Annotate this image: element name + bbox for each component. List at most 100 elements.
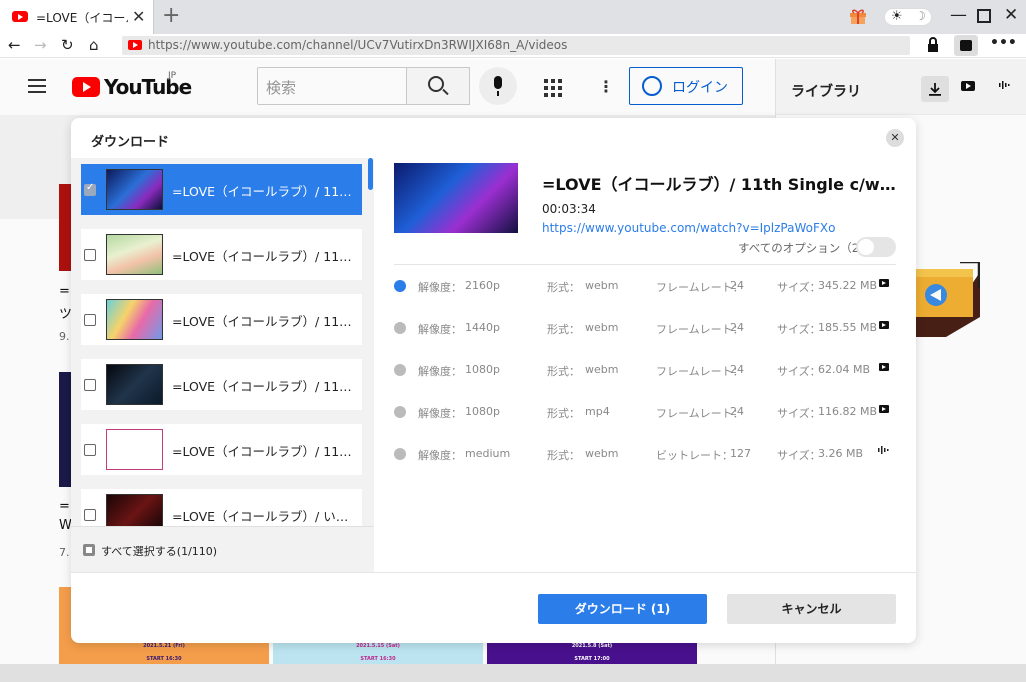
item-checkbox[interactable] — [84, 379, 96, 391]
item-checkbox[interactable] — [84, 509, 96, 521]
more-menu-icon[interactable]: ••• — [990, 35, 1017, 51]
item-checkbox[interactable] — [84, 249, 96, 261]
maximize-icon[interactable] — [977, 9, 991, 23]
new-tab-icon[interactable]: + — [162, 3, 180, 28]
size-value: 116.82 MB — [818, 405, 878, 418]
cancel-button[interactable]: キャンセル — [727, 594, 896, 624]
list-item[interactable]: =LOVE（イコールラブ）/ 11th Single c/w『... — [81, 164, 362, 215]
reload-icon[interactable]: ↻ — [61, 36, 74, 54]
video-detail-pane: =LOVE（イコールラブ）/ 11th Single c/w『… 00:03:3… — [374, 158, 916, 572]
format-option[interactable]: 解像度： 2160p 形式： webm フレームレート： 24 サイズ： 345… — [394, 276, 896, 296]
divider — [394, 264, 896, 265]
select-all-box[interactable] — [83, 544, 95, 556]
item-title: =LOVE（イコールラブ）/ 11th Single c/w『... — [172, 249, 354, 264]
back-icon[interactable]: ← — [8, 36, 21, 54]
item-title: =LOVE（イコールラブ）/ いらないものリスト — [172, 509, 354, 524]
download-button[interactable]: ダウンロード (1) — [538, 594, 707, 624]
size-label: サイズ： — [777, 281, 821, 294]
option-radio[interactable] — [394, 406, 406, 418]
moon-icon: ☽ — [915, 9, 926, 23]
format-label: 形式： — [547, 407, 580, 420]
gift-icon[interactable] — [848, 6, 868, 26]
format-option[interactable]: 解像度： 1440p 形式： webm フレームレート： 24 サイズ： 185… — [394, 318, 896, 338]
rate-value: 127 — [730, 447, 751, 460]
resolution-value: 1440p — [465, 321, 500, 334]
close-dialog-icon[interactable]: ✕ — [886, 129, 904, 147]
minimize-icon[interactable]: — — [950, 5, 967, 25]
resolution-value: medium — [465, 447, 511, 460]
item-checkbox[interactable] — [84, 314, 96, 326]
video-preview-thumbnail — [394, 163, 518, 233]
video-list-pane: =LOVE（イコールラブ）/ 11th Single c/w『... =LOVE… — [71, 158, 374, 572]
format-option[interactable]: 解像度： 1080p 形式： webm フレームレート： 24 サイズ： 62.… — [394, 360, 896, 380]
all-options-toggle[interactable] — [856, 237, 896, 257]
rate-value: 24 — [730, 405, 744, 418]
resolution-label: 解像度： — [418, 407, 462, 420]
resolution-value: 2160p — [465, 279, 500, 292]
size-value: 62.04 MB — [818, 363, 871, 376]
video-title: =LOVE（イコールラブ）/ 11th Single c/w『… — [542, 175, 902, 194]
option-radio[interactable] — [394, 322, 406, 334]
video-type-icon — [879, 279, 889, 287]
resolution-value: 1080p — [465, 405, 500, 418]
list-item[interactable]: =LOVE（イコールラブ）/ 11th Single c/w『... — [81, 424, 362, 475]
format-label: 形式： — [547, 449, 580, 462]
resolution-label: 解像度： — [418, 281, 462, 294]
address-bar: ← → ↻ ⌂ https://www.youtube.com/channel/… — [0, 34, 1026, 58]
resolution-label: 解像度： — [418, 449, 462, 462]
toggle-knob — [858, 239, 874, 255]
option-radio[interactable] — [394, 280, 406, 292]
youtube-favicon-icon — [12, 11, 28, 22]
rate-value: 24 — [730, 363, 744, 376]
video-type-icon — [879, 321, 889, 329]
format-option[interactable]: 解像度： 1080p 形式： mp4 フレームレート： 24 サイズ： 116.… — [394, 402, 896, 422]
format-value: webm — [585, 447, 619, 460]
list-item[interactable]: =LOVE（イコールラブ）/ いらないものリスト — [81, 489, 362, 526]
url-field[interactable]: https://www.youtube.com/channel/UCv7Vuti… — [122, 36, 910, 55]
video-thumbnail — [106, 234, 163, 275]
sun-icon: ☀ — [891, 9, 903, 24]
item-checkbox[interactable] — [84, 444, 96, 456]
tab-bar: =LOVE（イコールラブ） ✕ + ☀ ☽ — ✕ — [0, 0, 1026, 34]
resolution-label: 解像度： — [418, 365, 462, 378]
theme-toggle[interactable]: ☀ ☽ — [884, 8, 932, 26]
browser-tab[interactable]: =LOVE（イコールラブ） ✕ — [0, 0, 154, 34]
list-item[interactable]: =LOVE（イコールラブ）/ 11th Single c/w『... — [81, 229, 362, 280]
download-manager-icon[interactable] — [954, 35, 978, 56]
close-tab-icon[interactable]: ✕ — [132, 7, 145, 26]
option-radio[interactable] — [394, 364, 406, 376]
format-option[interactable]: 解像度： medium 形式： webm ビットレート： 127 サイズ： 3.… — [394, 444, 896, 464]
rate-label: ビットレート： — [656, 449, 733, 462]
video-type-icon — [879, 405, 889, 413]
size-value: 3.26 MB — [818, 447, 864, 460]
forward-icon[interactable]: → — [34, 36, 47, 54]
item-checkbox[interactable] — [84, 182, 96, 196]
lock-icon[interactable] — [927, 37, 939, 53]
select-all-label: すべて選択する(1/110) — [101, 545, 218, 558]
dialog-title: ダウンロード — [91, 135, 170, 150]
item-title: =LOVE（イコールラブ）/ 11th Single c/w『... — [172, 379, 354, 394]
option-radio[interactable] — [394, 448, 406, 460]
format-value: webm — [585, 363, 619, 376]
format-label: 形式： — [547, 323, 580, 336]
list-scrollbar[interactable] — [368, 158, 373, 190]
format-value: webm — [585, 321, 619, 334]
size-value: 345.22 MB — [818, 279, 878, 292]
url-text: https://www.youtube.com/channel/UCv7Vuti… — [148, 38, 568, 52]
rate-value: 24 — [730, 279, 744, 292]
home-icon[interactable]: ⌂ — [89, 36, 99, 54]
format-label: 形式： — [547, 365, 580, 378]
audio-type-icon — [878, 445, 890, 458]
rate-value: 24 — [730, 321, 744, 334]
item-title: =LOVE（イコールラブ）/ 11th Single c/w『... — [172, 184, 354, 199]
video-url-link[interactable]: https://www.youtube.com/watch?v=IplzPaWo… — [542, 221, 835, 235]
size-value: 185.55 MB — [818, 321, 878, 334]
video-thumbnail — [106, 169, 163, 210]
format-value: mp4 — [585, 405, 610, 418]
close-window-icon[interactable]: ✕ — [1004, 5, 1018, 25]
list-item[interactable]: =LOVE（イコールラブ）/ 11th Single c/w『... — [81, 294, 362, 345]
list-item[interactable]: =LOVE（イコールラブ）/ 11th Single c/w『... — [81, 359, 362, 410]
size-label: サイズ： — [777, 365, 821, 378]
resolution-value: 1080p — [465, 363, 500, 376]
video-list[interactable]: =LOVE（イコールラブ）/ 11th Single c/w『... =LOVE… — [81, 164, 362, 526]
